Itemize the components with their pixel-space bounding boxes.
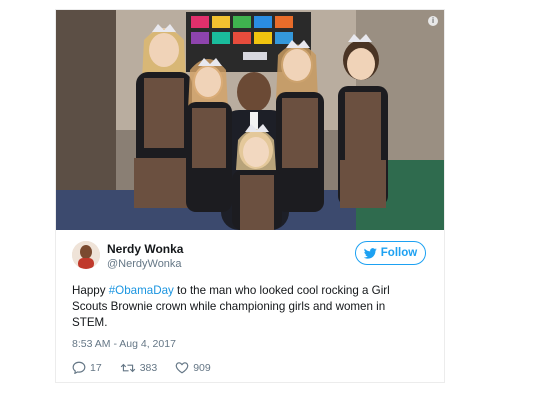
tweet-text: Happy #ObamaDay to the man who looked co… — [72, 283, 422, 331]
reply-count: 17 — [90, 361, 102, 374]
follow-label: Follow — [380, 247, 418, 259]
reply-button[interactable]: 17 — [72, 361, 102, 374]
retweet-icon — [120, 363, 135, 372]
avatar[interactable] — [72, 241, 100, 269]
tweet-timestamp[interactable]: 8:53 AM - Aug 4, 2017 — [72, 338, 176, 350]
avatar-illustration — [72, 241, 100, 269]
author-name[interactable]: Nerdy Wonka — [107, 242, 183, 256]
info-icon[interactable]: i — [428, 16, 438, 26]
tweet-photo[interactable]: i — [56, 10, 444, 230]
tweet-actions: 17 383 909 — [72, 361, 211, 374]
heart-icon — [175, 362, 189, 374]
like-button[interactable]: 909 — [175, 361, 211, 374]
author-handle[interactable]: @NerdyWonka — [107, 258, 182, 270]
hashtag-link[interactable]: #ObamaDay — [109, 284, 174, 297]
tweet-header: Nerdy Wonka @NerdyWonka Follow — [72, 241, 428, 281]
tweet-card: i Nerdy Wonka @NerdyWonka Follow Happy #… — [56, 10, 444, 382]
reply-icon — [72, 361, 86, 374]
photo-illustration — [56, 10, 444, 230]
retweet-button[interactable]: 383 — [120, 361, 158, 374]
retweet-count: 383 — [139, 361, 158, 374]
follow-button[interactable]: Follow — [355, 241, 426, 265]
like-count: 909 — [193, 361, 211, 374]
tweet-text-before: Happy — [72, 284, 109, 297]
twitter-bird-icon — [363, 247, 377, 259]
